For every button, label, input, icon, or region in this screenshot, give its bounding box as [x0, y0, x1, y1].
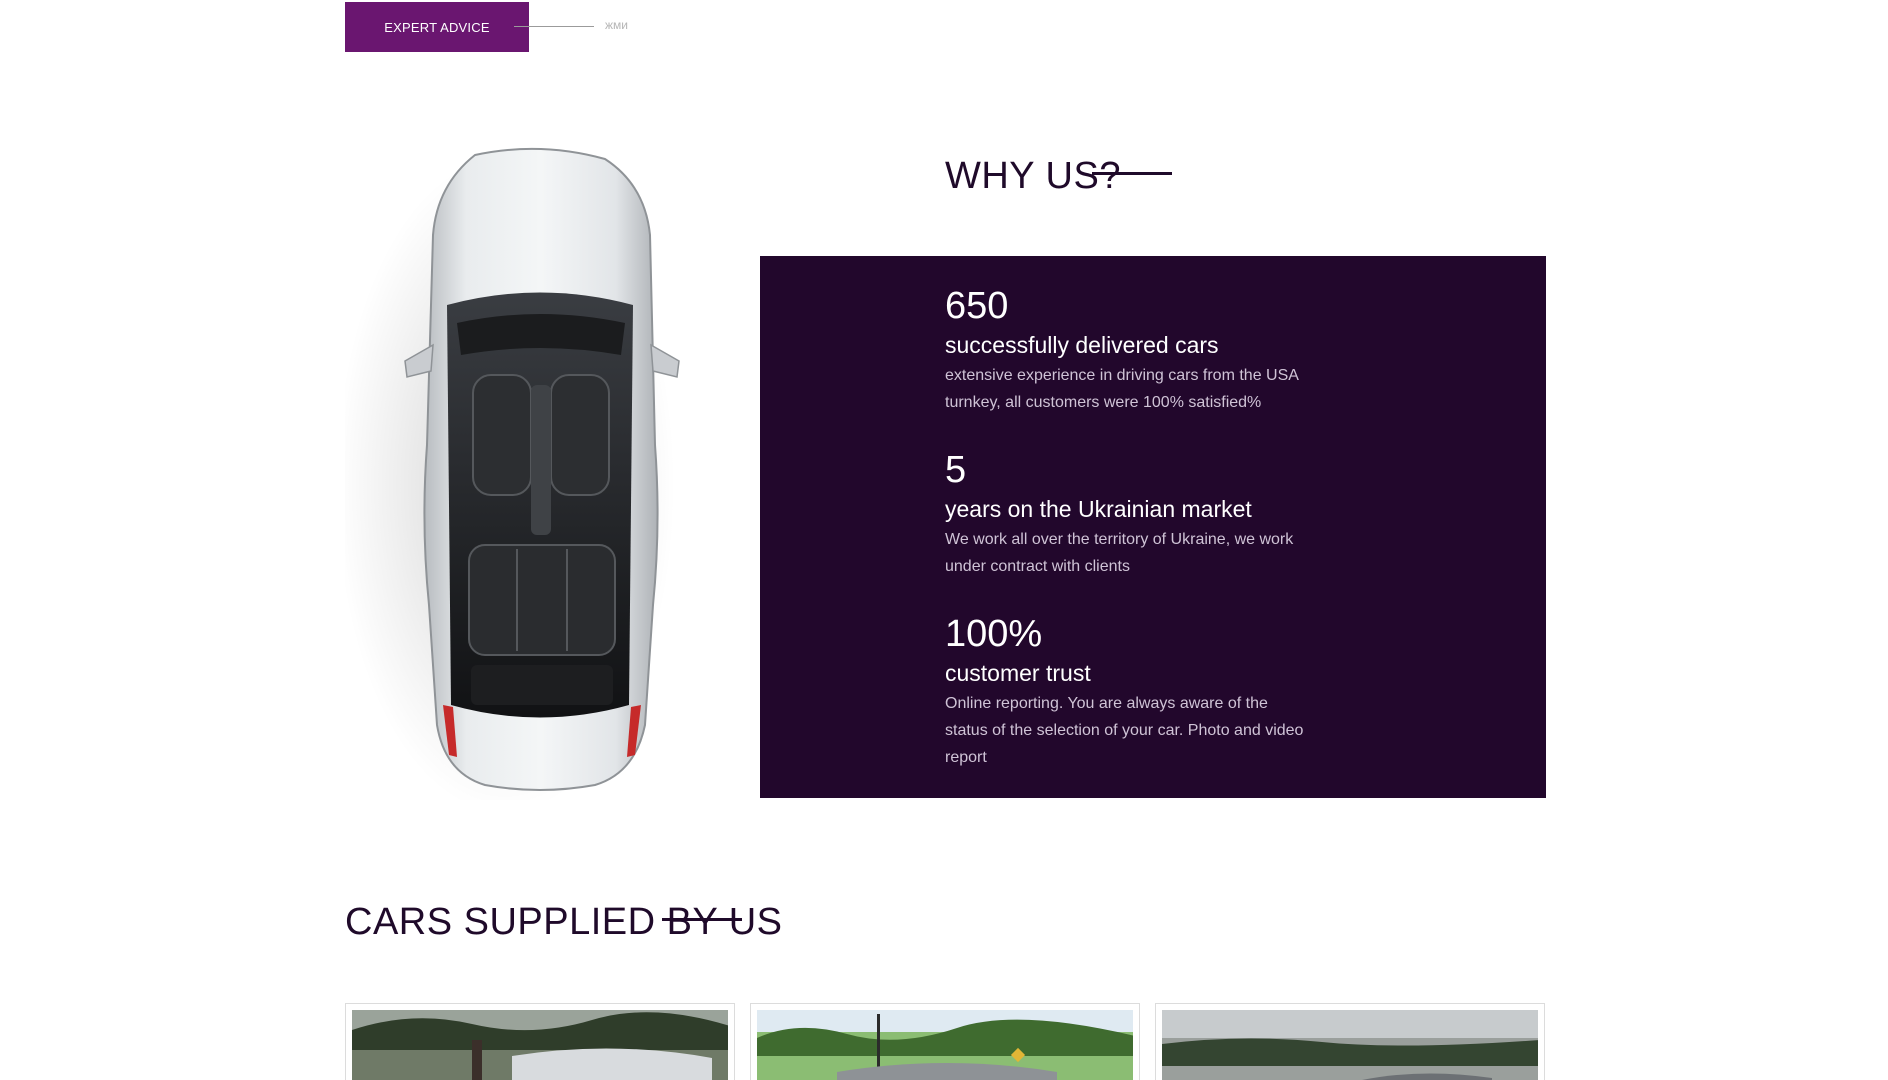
stats-panel: 650 successfully delivered cars extensiv… [760, 256, 1546, 798]
why-us-heading-line [1092, 172, 1172, 175]
cars-supplied-heading: CARS SUPPLIED BY US [345, 901, 783, 943]
car-card-photo [757, 1010, 1133, 1080]
car-card-photo [1162, 1010, 1538, 1080]
cta-hint-text: жми [605, 18, 628, 32]
stat-title: customer trust [945, 660, 1091, 686]
stat-years-on-market: 5 years on the Ukrainian market We work … [945, 448, 1305, 580]
cars-supplied-heading-line [662, 918, 742, 921]
stat-customer-trust: 100% customer trust Online reporting. Yo… [945, 612, 1305, 771]
car-top-view-image [335, 145, 735, 815]
car-card-2[interactable] [750, 1003, 1140, 1080]
stat-delivered-cars: 650 successfully delivered cars extensiv… [945, 284, 1305, 416]
why-us-heading: WHY US? [945, 155, 1121, 197]
expert-advice-label: EXPERT ADVICE [384, 19, 490, 35]
stat-number: 650 [945, 285, 1009, 327]
stat-title: successfully delivered cars [945, 332, 1219, 358]
stat-description: extensive experience in driving cars fro… [945, 367, 1299, 411]
car-card-photo [352, 1010, 728, 1080]
cta-divider-line [514, 26, 594, 27]
stat-title: years on the Ukrainian market [945, 496, 1252, 522]
stat-number: 100% [945, 613, 1043, 655]
car-card-3[interactable] [1155, 1003, 1545, 1080]
stat-number: 5 [945, 449, 967, 491]
stat-description: We work all over the territory of Ukrain… [945, 531, 1294, 575]
stat-description: Online reporting. You are always aware o… [945, 695, 1304, 766]
page: EXPERT ADVICE жми WHY US? 650 successful… [0, 0, 1888, 1080]
expert-advice-button[interactable]: EXPERT ADVICE [345, 2, 529, 52]
car-card-1[interactable] [345, 1003, 735, 1080]
